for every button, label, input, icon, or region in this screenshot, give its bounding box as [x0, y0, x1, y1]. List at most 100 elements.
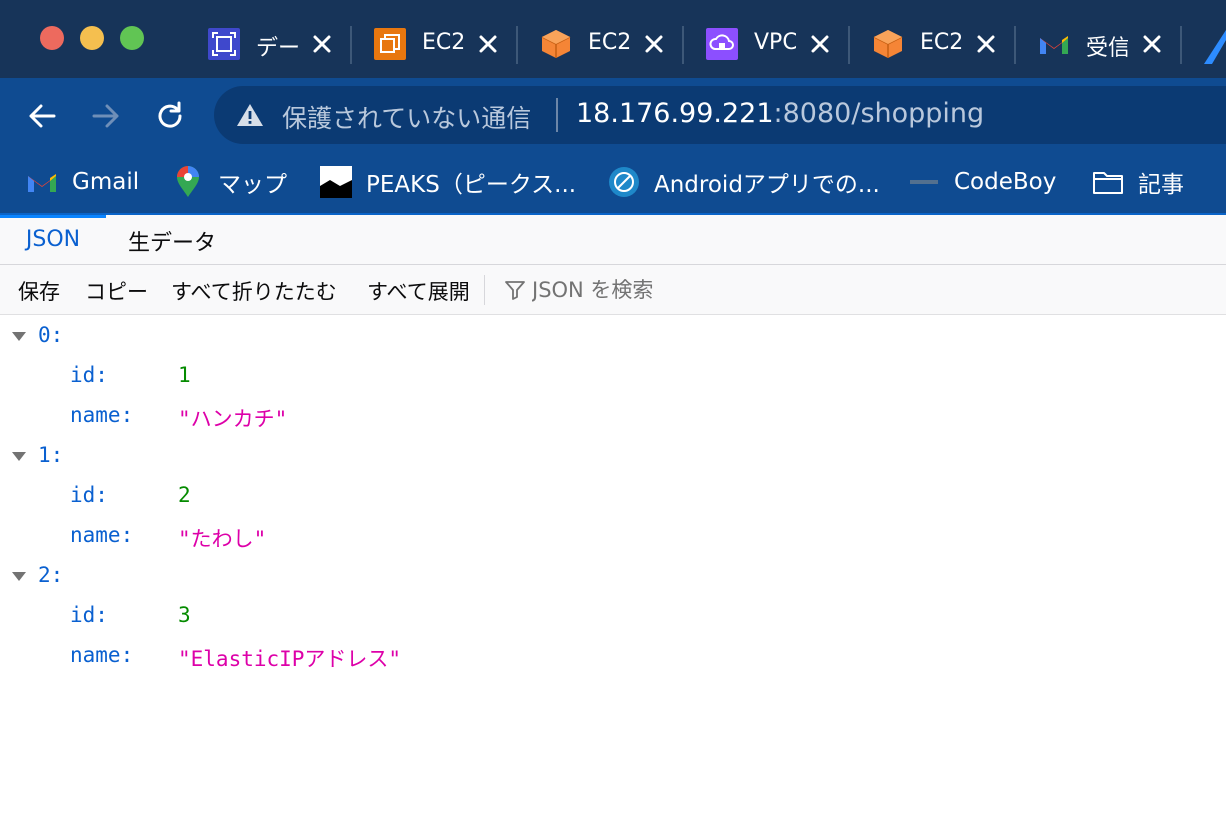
arrow-left-icon	[29, 104, 56, 128]
close-icon[interactable]	[310, 32, 334, 56]
browser-tab[interactable]: データ	[208, 22, 368, 68]
close-icon[interactable]	[642, 32, 666, 56]
tab-title: データ	[256, 36, 298, 61]
bookmark-label: Androidアプリでの...	[654, 172, 880, 198]
bookmark-maps[interactable]: マップ	[172, 162, 287, 202]
json-key: name:	[70, 403, 134, 427]
reload-button[interactable]	[148, 94, 192, 138]
tab-title: VPC	[754, 30, 796, 55]
json-property-row[interactable]: name: "ElasticIPアドレス"	[0, 636, 1226, 676]
window-close-button[interactable]	[40, 26, 64, 50]
json-array-item[interactable]: 0:	[0, 316, 1226, 356]
json-string-value: "ElasticIPアドレス"	[178, 647, 402, 671]
bookmark-folder[interactable]: 記事	[1092, 162, 1184, 202]
close-icon[interactable]	[808, 32, 832, 56]
expand-triangle-icon[interactable]	[12, 332, 26, 341]
bookmark-label: Gmail	[72, 169, 140, 195]
bookmarks-bar: Gmail マップ PEAKS（ピークス... Androidアプリでの... …	[0, 152, 1226, 214]
bookmark-android[interactable]: Androidアプリでの...	[608, 162, 880, 202]
json-property-row[interactable]: id: 1	[0, 356, 1226, 396]
collapse-all-button[interactable]: すべて折りたたむ	[171, 276, 337, 306]
browser-tab[interactable]: 受信	[1038, 22, 1198, 68]
reload-icon	[158, 101, 182, 128]
bookmark-label: 記事	[1138, 172, 1184, 198]
window-zoom-button[interactable]	[120, 26, 144, 50]
browser-toolbar: 保護されていない通信 18.176.99.221:8080/shopping	[0, 78, 1226, 152]
url-host: 18.176.99.221	[576, 98, 774, 129]
tab-separator	[1180, 26, 1182, 64]
tab-separator	[848, 26, 850, 64]
tab-overflow-icon[interactable]	[1204, 28, 1226, 68]
browser-tab[interactable]: EC2	[540, 22, 700, 68]
close-icon[interactable]	[974, 32, 998, 56]
forward-button[interactable]	[84, 94, 128, 138]
browser-tab[interactable]: VPC	[706, 22, 866, 68]
json-key: id:	[70, 363, 108, 387]
save-button[interactable]: 保存	[18, 276, 60, 306]
aws-vpc-icon	[706, 28, 738, 60]
json-property-row[interactable]: id: 3	[0, 596, 1226, 636]
folder-icon	[1092, 166, 1124, 198]
json-property-row[interactable]: name: "たわし"	[0, 516, 1226, 556]
json-key: name:	[70, 643, 134, 667]
bookmark-label: マップ	[218, 172, 287, 198]
viewer-toolbar: 保存 コピー すべて折りたたむ すべて展開	[0, 265, 1226, 315]
browser-tab[interactable]: EC2	[374, 22, 534, 68]
json-array-item[interactable]: 1:	[0, 436, 1226, 476]
address-bar[interactable]: 保護されていない通信 18.176.99.221:8080/shopping	[214, 86, 1226, 144]
json-filter-input[interactable]	[532, 273, 1212, 307]
bookmark-gmail[interactable]: Gmail	[26, 162, 139, 202]
json-string-value: "ハンカチ"	[178, 407, 288, 431]
json-number-value: 3	[178, 603, 191, 627]
url-text[interactable]: 18.176.99.221:8080/shopping	[576, 98, 984, 129]
bookmark-label: CodeBoy	[954, 169, 1057, 195]
json-key: id:	[70, 603, 108, 627]
json-index: 1:	[38, 443, 64, 467]
json-number-value: 2	[178, 483, 191, 507]
tab-separator	[350, 26, 352, 64]
viewer-tab-bar: JSON 生データ	[0, 215, 1226, 265]
json-index: 2:	[38, 563, 64, 587]
gmail-icon	[26, 166, 58, 198]
toolbar-divider	[484, 275, 485, 305]
bookmark-peaks[interactable]: PEAKS（ピークス...	[320, 162, 576, 202]
ec2-cube-icon	[540, 28, 572, 60]
json-property-row[interactable]: id: 2	[0, 476, 1226, 516]
filter-icon	[504, 279, 526, 301]
aws-service-icon	[208, 28, 240, 60]
window-minimize-button[interactable]	[80, 26, 104, 50]
tab-strip: データ EC2 EC2 VPC	[0, 0, 1226, 78]
tab-raw-data[interactable]: 生データ	[128, 215, 216, 265]
json-number-value: 1	[178, 363, 191, 387]
tab-separator	[516, 26, 518, 64]
tab-title: EC2	[920, 30, 962, 55]
json-array-item[interactable]: 2:	[0, 556, 1226, 596]
back-button[interactable]	[20, 94, 64, 138]
gmail-icon	[1038, 28, 1070, 60]
json-property-row[interactable]: name: "ハンカチ"	[0, 396, 1226, 436]
json-key: name:	[70, 523, 134, 547]
tab-json[interactable]: JSON	[0, 215, 106, 265]
tab-title: EC2	[422, 30, 464, 55]
codeboy-logo-icon	[908, 166, 940, 198]
expand-triangle-icon[interactable]	[12, 572, 26, 581]
expand-triangle-icon[interactable]	[12, 452, 26, 461]
tab-title: EC2	[588, 30, 630, 55]
bookmark-codeboy[interactable]: CodeBoy	[908, 162, 1056, 202]
compass-icon	[608, 166, 640, 198]
json-index: 0:	[38, 323, 64, 347]
maps-pin-icon	[172, 166, 204, 198]
security-status-label[interactable]: 保護されていない通信	[282, 99, 531, 135]
browser-tab[interactable]: EC2	[872, 22, 1032, 68]
aws-ec2-instances-icon	[374, 28, 406, 60]
copy-button[interactable]: コピー	[85, 276, 148, 306]
expand-all-button[interactable]: すべて展開	[367, 276, 470, 306]
warning-icon[interactable]	[236, 102, 264, 128]
json-string-value: "たわし"	[178, 527, 267, 551]
json-key: id:	[70, 483, 108, 507]
arrow-right-icon	[92, 104, 119, 128]
close-icon[interactable]	[476, 32, 500, 56]
bookmark-label: PEAKS（ピークス...	[366, 172, 577, 198]
close-icon[interactable]	[1140, 32, 1164, 56]
url-path: :8080/shopping	[773, 98, 985, 129]
